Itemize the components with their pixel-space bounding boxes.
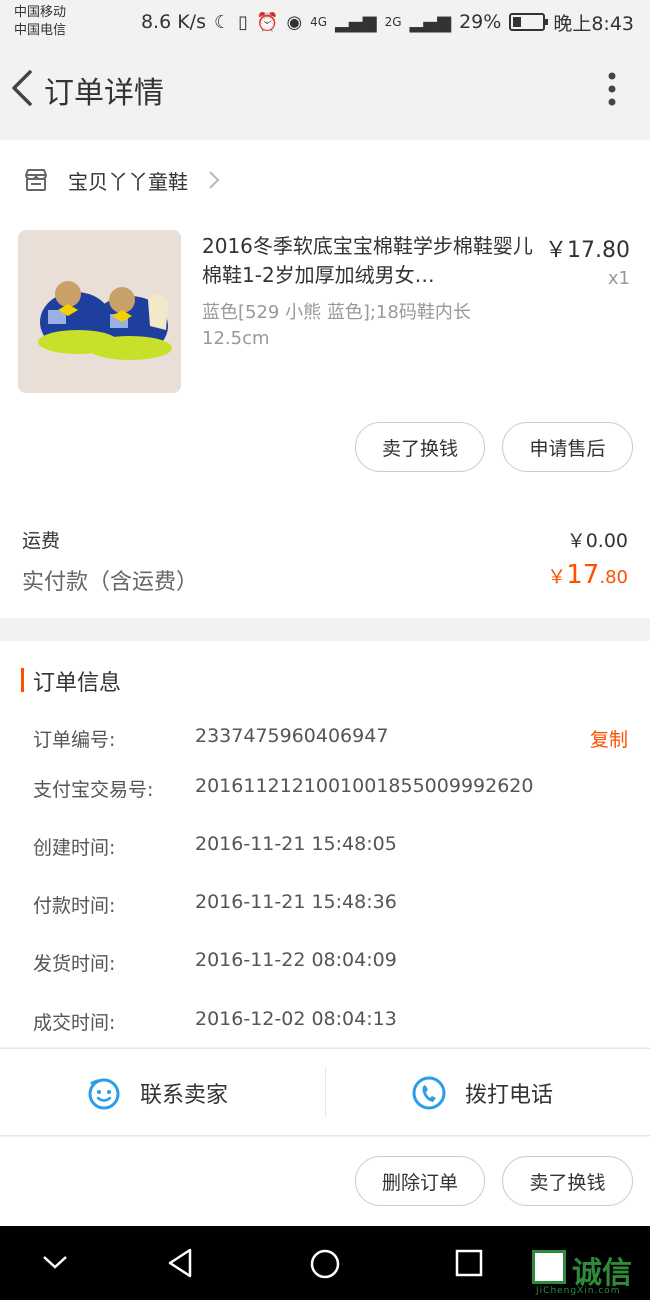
after-sale-button[interactable]: 申请售后 bbox=[502, 422, 633, 472]
moon-icon: ☾ bbox=[213, 11, 231, 33]
signal-bars-icon: ▂▄▆ bbox=[335, 11, 377, 33]
product-sku: 蓝色[529 小熊 蓝色];18码鞋内长12.5cm bbox=[202, 302, 471, 349]
created-time-label: 创建时间: bbox=[33, 837, 116, 859]
product-quantity: x1 bbox=[607, 268, 630, 289]
shipped-time-label: 发货时间: bbox=[33, 953, 116, 975]
clock: 晚上8:43 bbox=[553, 12, 634, 35]
vibrate-icon: ▯ bbox=[238, 11, 249, 33]
home-nav-icon[interactable] bbox=[309, 1248, 341, 1280]
order-item-card: 宝贝丫丫童鞋 2016冬季软底宝宝棉鞋学步棉鞋婴儿棉鞋1-2岁加厚加绒男女… ￥… bbox=[0, 140, 650, 618]
shipping-label: 运费 bbox=[22, 530, 61, 552]
paid-decimal: .80 bbox=[599, 567, 628, 588]
shipping-value: ￥0.00 bbox=[566, 530, 628, 552]
paid-amount: ￥17.80 bbox=[547, 560, 628, 590]
contact-divider bbox=[325, 1067, 326, 1117]
call-phone-button[interactable]: 拨打电话 bbox=[411, 1049, 553, 1137]
product-price: ￥17.80 bbox=[545, 238, 630, 263]
section-accent-bar bbox=[21, 668, 24, 692]
alipay-trade-label: 支付宝交易号: bbox=[33, 779, 154, 801]
back-nav-icon[interactable] bbox=[166, 1248, 194, 1278]
product-title[interactable]: 2016冬季软底宝宝棉鞋学步棉鞋婴儿棉鞋1-2岁加厚加绒男女… bbox=[202, 232, 537, 290]
order-info-card: 订单信息 订单编号: 2337475960406947 复制 支付宝交易号: 2… bbox=[0, 641, 650, 1047]
nav-bar: 订单详情 bbox=[0, 44, 650, 138]
delete-order-button[interactable]: 删除订单 bbox=[355, 1156, 485, 1206]
watermark-subtext: JiChengXin.com bbox=[536, 1286, 621, 1296]
alarm-icon: ⏰ bbox=[256, 11, 279, 33]
completed-time-value: 2016-12-02 08:04:13 bbox=[195, 1008, 397, 1030]
contact-seller-button[interactable]: 联系卖家 bbox=[86, 1049, 228, 1137]
chat-face-icon bbox=[88, 1078, 120, 1110]
back-icon[interactable] bbox=[8, 66, 38, 110]
recents-nav-icon[interactable] bbox=[455, 1249, 483, 1277]
copy-button[interactable]: 复制 bbox=[590, 725, 628, 752]
order-number-value: 2337475960406947 bbox=[195, 725, 389, 747]
page-title: 订单详情 bbox=[44, 76, 164, 111]
sell-for-cash-button-bottom[interactable]: 卖了换钱 bbox=[502, 1156, 633, 1206]
shipped-time-value: 2016-11-22 08:04:09 bbox=[195, 949, 397, 971]
product-thumbnail[interactable] bbox=[18, 230, 181, 393]
shop-icon bbox=[25, 169, 47, 191]
net-speed: 8.6 K/s bbox=[140, 11, 206, 33]
signal-bars-icon-2: ▂▄▆ bbox=[409, 11, 452, 33]
battery-icon bbox=[509, 13, 549, 31]
paid-label: 实付款（含运费） bbox=[22, 570, 199, 595]
paid-currency: ￥ bbox=[547, 566, 567, 588]
shop-name: 宝贝丫丫童鞋 bbox=[68, 169, 188, 194]
battery-fill bbox=[513, 17, 522, 27]
order-number-label: 订单编号: bbox=[33, 729, 116, 751]
alipay-trade-value: 2016112121001001855009992620 bbox=[195, 775, 534, 797]
carrier-2: 中国电信 bbox=[14, 23, 67, 38]
more-icon[interactable] bbox=[608, 72, 616, 106]
paid-integer: 17 bbox=[566, 560, 600, 590]
sell-for-cash-button[interactable]: 卖了换钱 bbox=[355, 422, 485, 472]
paid-time-label: 付款时间: bbox=[33, 895, 116, 917]
bottom-action-bar: 删除订单 卖了换钱 bbox=[0, 1137, 650, 1226]
contact-seller-label: 联系卖家 bbox=[140, 1083, 229, 1108]
created-time-value: 2016-11-21 15:48:05 bbox=[195, 833, 397, 855]
signal-4g: 4G bbox=[310, 15, 328, 29]
contact-bar: 联系卖家 拨打电话 bbox=[0, 1048, 650, 1136]
status-right: 8.6 K/s ☾ ▯ ⏰ ◉ 4G ▂▄▆ 2G ▂▄▆ 29% 晚上8:43 bbox=[141, 8, 634, 36]
shop-row[interactable]: 宝贝丫丫童鞋 bbox=[22, 164, 220, 196]
call-phone-label: 拨打电话 bbox=[465, 1083, 554, 1108]
order-info-title: 订单信息 bbox=[33, 671, 122, 696]
signal-2g: 2G bbox=[384, 15, 402, 29]
battery-percent: 29% bbox=[459, 11, 502, 33]
watermark-logo: 诚信 JiChengXin.com bbox=[532, 1248, 644, 1296]
baby-shoes-image bbox=[18, 230, 181, 393]
hide-nav-icon[interactable] bbox=[42, 1254, 68, 1270]
carrier-1: 中国移动 bbox=[14, 5, 67, 20]
chevron-right-icon bbox=[209, 171, 220, 189]
completed-time-label: 成交时间: bbox=[33, 1012, 116, 1034]
paid-time-value: 2016-11-21 15:48:36 bbox=[195, 891, 397, 913]
carrier-info: 中国移动 中国电信 bbox=[14, 4, 66, 40]
status-bar: 中国移动 中国电信 8.6 K/s ☾ ▯ ⏰ ◉ 4G ▂▄▆ 2G ▂▄▆ … bbox=[0, 0, 650, 44]
watermark-seal-icon bbox=[532, 1250, 566, 1284]
eye-icon: ◉ bbox=[286, 11, 303, 33]
phone-icon bbox=[412, 1076, 446, 1110]
